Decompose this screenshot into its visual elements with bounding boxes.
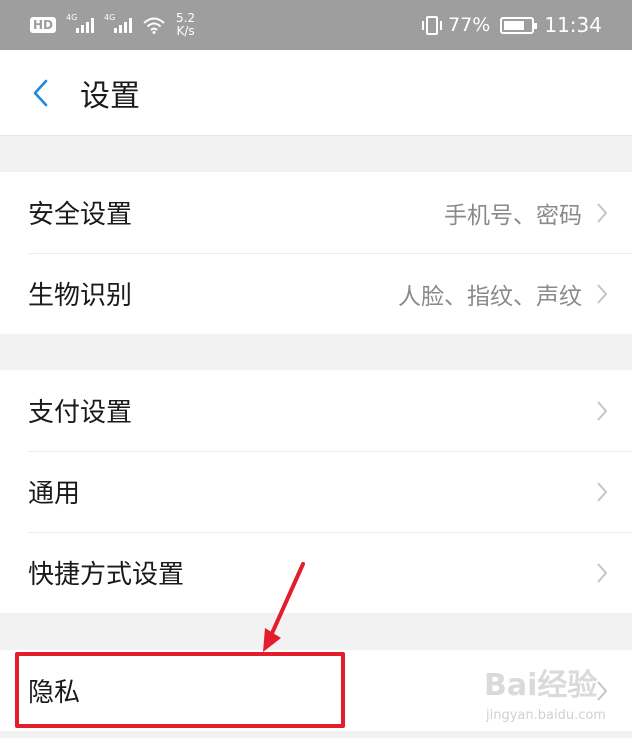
row-label: 安全设置	[28, 200, 133, 230]
chevron-right-icon	[596, 481, 608, 503]
settings-row-general[interactable]: 通用	[0, 451, 632, 532]
signal-icon: 4G	[66, 13, 95, 33]
status-bar: HD 4G 4G 5.2 K/s 77% 11:34	[0, 0, 632, 50]
back-button[interactable]	[0, 50, 80, 136]
settings-row-payment[interactable]: 支付设置	[0, 370, 632, 451]
watermark-url: jingyan.baidu.com	[486, 708, 606, 723]
chevron-right-icon	[596, 202, 608, 224]
chevron-right-icon	[596, 562, 608, 584]
status-bar-left: HD 4G 4G 5.2 K/s	[30, 12, 195, 38]
settings-row-security[interactable]: 安全设置 手机号、密码	[0, 172, 632, 253]
battery-icon	[500, 16, 538, 34]
vibrate-icon	[422, 15, 443, 35]
speed-value: 5.2	[176, 11, 196, 25]
watermark-text: Bai经验	[484, 668, 598, 703]
row-right	[596, 400, 608, 422]
signal-icon: 4G	[104, 13, 133, 33]
watermark: Bai经验 jingyan.baidu.com	[478, 650, 628, 736]
network-type-label: 4G	[66, 13, 78, 22]
settings-row-shortcuts[interactable]: 快捷方式设置	[0, 532, 632, 613]
row-label: 支付设置	[28, 398, 133, 428]
settings-group-account: 安全设置 手机号、密码 生物识别 人脸、指纹、声纹	[0, 172, 632, 334]
annotation-arrow-icon	[263, 562, 305, 652]
status-bar-right: 77% 11:34	[422, 13, 602, 37]
row-label: 快捷方式设置	[28, 560, 185, 590]
highlight-box	[15, 652, 345, 728]
chevron-left-icon	[33, 79, 48, 106]
app-header: 设置	[0, 50, 632, 136]
battery-percent: 77%	[448, 14, 491, 36]
clock: 11:34	[544, 13, 602, 37]
speed-unit: K/s	[176, 24, 195, 38]
row-label: 生物识别	[28, 281, 133, 311]
wifi-icon	[143, 17, 165, 34]
battery-fill	[504, 20, 525, 30]
row-right: 手机号、密码	[444, 196, 608, 230]
page-title: 设置	[80, 78, 140, 114]
settings-group-general: 支付设置 通用 快捷方式设置	[0, 370, 632, 613]
row-right	[596, 481, 608, 503]
row-value: 手机号、密码	[444, 202, 582, 229]
hd-badge: HD	[30, 17, 57, 33]
row-label: 通用	[28, 479, 81, 509]
chevron-right-icon	[596, 400, 608, 422]
row-value: 人脸、指纹、声纹	[398, 283, 582, 310]
settings-row-biometrics[interactable]: 生物识别 人脸、指纹、声纹	[0, 253, 632, 334]
chevron-right-icon	[596, 283, 608, 305]
row-right: 人脸、指纹、声纹	[398, 277, 608, 311]
network-speed: 5.2 K/s	[176, 12, 195, 38]
row-right	[596, 562, 608, 584]
network-type-label: 4G	[104, 13, 116, 22]
